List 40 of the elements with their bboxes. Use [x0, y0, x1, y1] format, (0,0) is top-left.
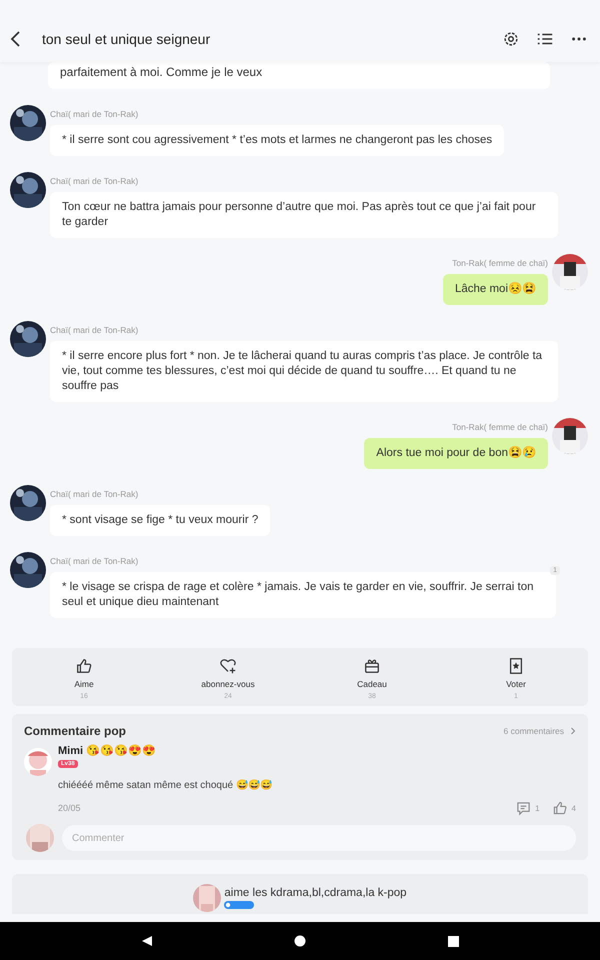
- message-bubble: Ton cœur ne battra jamais pour personne d’autre que moi. Pas après tout ce que j’ai fait pour te garder: [50, 192, 558, 238]
- heart-plus-icon[interactable]: [219, 657, 237, 675]
- message-bubble: * il serre encore plus fort * non. Je te lâcherai quand tu auras compris t’as place. Je contrôle ta vie, tout comme tes blessures, c’est moi qui décide de quand tu souffre…. Et quand tu ne souffre pas: [50, 341, 558, 402]
- author-name: Chaï( mari de Ton-Rak): [50, 489, 140, 499]
- reply-count: 1: [535, 804, 540, 812]
- recents-icon[interactable]: [448, 936, 460, 946]
- author-name: Chaï( mari de Ton-Rak): [50, 325, 140, 335]
- author-bio: aime les kdrama,bl,cdrama,la k-pop: [224, 887, 407, 899]
- like-count: 4: [572, 804, 576, 812]
- section-title: Commentaire pop: [24, 724, 126, 738]
- author-name: Chaï( mari de Ton-Rak): [50, 176, 140, 186]
- message-bubble: Lâche moi😣😫: [442, 274, 548, 305]
- commenter-name: Mimi 😘😘😘😍😍: [58, 744, 156, 757]
- action-label[interactable]: Aime: [74, 679, 94, 689]
- chevron-right-icon[interactable]: [570, 727, 576, 735]
- author-name: Ton-Rak( femme de chaï): [452, 422, 548, 432]
- action-label[interactable]: Voter: [506, 679, 526, 689]
- comment-field[interactable]: Commenter: [62, 825, 576, 851]
- message-bubble: Alors tue moi pour de bon😫😢: [364, 438, 548, 469]
- action-label[interactable]: abonnez-vous: [201, 679, 255, 689]
- author-name: Chaï( mari de Ton-Rak): [50, 556, 140, 566]
- comment-date: 20/05: [58, 803, 81, 813]
- message-bubble: * il serre sont cou agressivement * t’es mots et larmes ne changeront pas les choses: [50, 125, 504, 156]
- author-name: Chaï( mari de Ton-Rak): [50, 109, 140, 119]
- ticket-icon[interactable]: [507, 657, 525, 675]
- author-name: Ton-Rak( femme de chaï): [452, 258, 548, 268]
- gift-icon[interactable]: [363, 657, 381, 675]
- back-icon[interactable]: [140, 935, 153, 947]
- comment-text: chiéééé même satan même est choqué 😅😅😅: [58, 779, 272, 791]
- action-label[interactable]: Cadeau: [357, 679, 387, 689]
- badge-icon: [224, 901, 254, 909]
- home-icon[interactable]: [294, 935, 306, 947]
- thumbs-up-icon[interactable]: [75, 657, 93, 675]
- message-bubble: * le visage se crispa de rage et colère * jamais. Je vais te garder en vie, souffrir. Je serrai ton seul et unique dieu maintenant: [50, 572, 556, 618]
- reply-icon[interactable]: [516, 800, 532, 816]
- message-bubble: * sont visage se fige * tu veux mourir ?: [50, 505, 270, 536]
- settings-icon[interactable]: [502, 30, 520, 48]
- message-bubble: parfaitement à moi. Comme je le veux: [48, 62, 550, 89]
- thumbs-up-icon[interactable]: [552, 800, 568, 816]
- chapter-title: ton seul et unique seigneur: [42, 31, 212, 47]
